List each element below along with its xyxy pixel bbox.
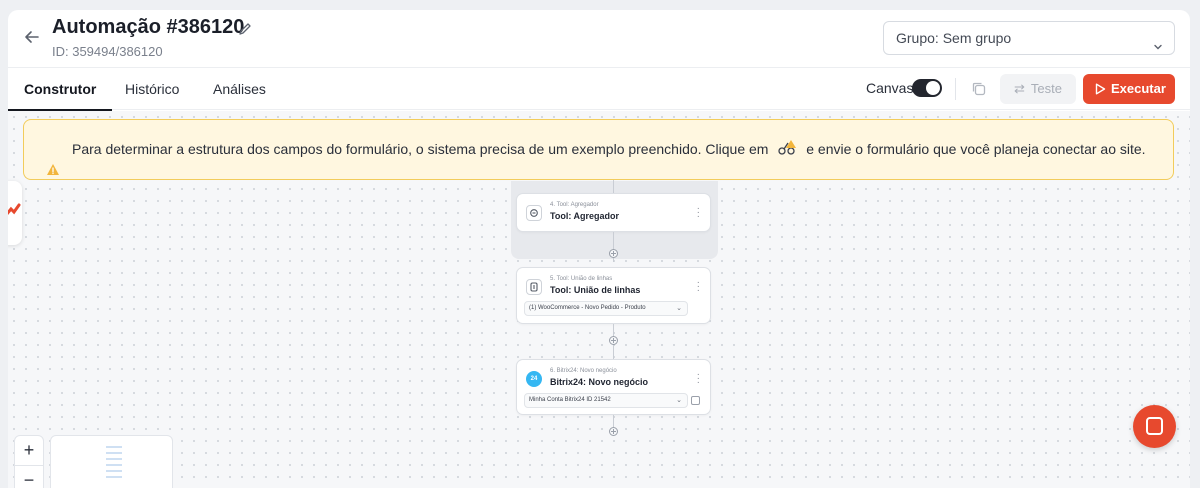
- add-step-icon[interactable]: [609, 249, 618, 258]
- app-frame: Automação #386120 ID: 359494/386120 Grup…: [8, 10, 1190, 488]
- test-button[interactable]: ⇄ Teste: [1000, 74, 1076, 104]
- test-button-label: Teste: [1030, 81, 1062, 96]
- connector-line: [613, 180, 614, 193]
- merge-icon: [526, 279, 542, 295]
- copy-icon[interactable]: [970, 80, 988, 98]
- chat-icon: [1146, 417, 1163, 435]
- zoom-out-button[interactable]: −: [15, 465, 43, 488]
- connector-line: [613, 415, 614, 427]
- run-button-label: Executar: [1111, 81, 1166, 96]
- warning-banner: Para determinar a estrutura dos campos d…: [23, 119, 1174, 180]
- node-title: Tool: União de linhas: [550, 285, 641, 295]
- test-webhook-icon: [776, 124, 798, 155]
- zoom-in-button[interactable]: +: [15, 436, 43, 465]
- run-button[interactable]: Executar: [1083, 74, 1175, 104]
- divider: [955, 78, 956, 100]
- minimap-node: [106, 464, 122, 466]
- node-select-value: (1) WooCommerce - Novo Pedido - Produto: [529, 305, 646, 311]
- node-merge-rows[interactable]: 5. Tool: União de linhas Tool: União de …: [516, 267, 711, 324]
- warning-text-end: e envie o formulário que você planeja co…: [806, 141, 1146, 157]
- node-select-value: Minha Conta Bitrix24 ID 21542: [529, 397, 611, 403]
- swap-icon: ⇄: [1014, 81, 1025, 96]
- warning-icon: [46, 142, 60, 201]
- tab-analises[interactable]: Análises: [213, 68, 266, 110]
- automation-id: ID: 359494/386120: [52, 44, 163, 59]
- node-bitrix24[interactable]: 24 6. Bitrix24: Novo negócio Bitrix24: N…: [516, 359, 711, 415]
- aggregator-icon: [526, 205, 542, 221]
- warning-text-start: Para determinar a estrutura dos campos d…: [72, 141, 769, 157]
- node-step-label: 4. Tool: Agregador: [550, 202, 599, 208]
- more-vertical-icon[interactable]: · · ·: [697, 204, 700, 222]
- node-aggregator[interactable]: 4. Tool: Agregador Tool: Agregador · · ·: [516, 193, 711, 232]
- node-data-select[interactable]: (1) WooCommerce - Novo Pedido - Produto ⌄: [524, 301, 688, 316]
- chevron-down-icon: ⌄: [676, 305, 682, 312]
- canvas-label: Canvas: [866, 80, 914, 96]
- zoom-controls: + −: [14, 435, 44, 488]
- chevron-down-icon: [1152, 32, 1164, 50]
- add-step-icon[interactable]: [609, 336, 618, 345]
- minimap-node: [106, 470, 122, 472]
- page-header: Automação #386120 ID: 359494/386120 Grup…: [8, 10, 1190, 67]
- bitrix24-logo-text: 24: [530, 376, 538, 382]
- tab-historico[interactable]: Histórico: [125, 68, 179, 110]
- node-account-select[interactable]: Minha Conta Bitrix24 ID 21542 ⌄: [524, 393, 688, 408]
- tab-construtor[interactable]: Construtor: [8, 68, 113, 111]
- minimap-node: [106, 458, 122, 460]
- group-select[interactable]: Grupo: Sem grupo: [883, 21, 1175, 55]
- pencil-icon[interactable]: [237, 21, 253, 37]
- group-select-value: Grupo: Sem grupo: [896, 30, 1012, 46]
- tab-bar: Construtor Histórico Análises Canvas ⇄ Te…: [8, 67, 1190, 111]
- more-vertical-icon[interactable]: · · ·: [697, 370, 700, 388]
- add-step-icon[interactable]: [609, 427, 618, 436]
- chat-support-button[interactable]: [1133, 405, 1176, 448]
- node-step-label: 5. Tool: União de linhas: [550, 276, 613, 282]
- play-icon: [1095, 83, 1106, 95]
- node-title: Tool: Agregador: [550, 211, 619, 221]
- minimap-node: [106, 476, 122, 478]
- bitrix24-logo-icon: 24: [526, 371, 542, 387]
- workflow-canvas[interactable]: 4. Tool: Agregador Tool: Agregador · · · 5…: [8, 111, 1190, 488]
- toggle-knob: [926, 81, 940, 95]
- node-title: Bitrix24: Novo negócio: [550, 377, 649, 387]
- copy-icon[interactable]: [691, 396, 700, 405]
- minimap-node: [106, 446, 122, 448]
- minimap[interactable]: [50, 435, 173, 488]
- back-arrow-icon[interactable]: [22, 27, 42, 47]
- canvas-toggle[interactable]: [912, 79, 942, 97]
- chevron-down-icon: ⌄: [676, 397, 682, 404]
- minimap-node: [106, 452, 122, 454]
- page-title: Automação #386120: [52, 16, 245, 38]
- node-step-label: 6. Bitrix24: Novo negócio: [550, 368, 617, 374]
- more-vertical-icon[interactable]: · · ·: [697, 278, 700, 296]
- side-panel-handle[interactable]: [8, 181, 22, 245]
